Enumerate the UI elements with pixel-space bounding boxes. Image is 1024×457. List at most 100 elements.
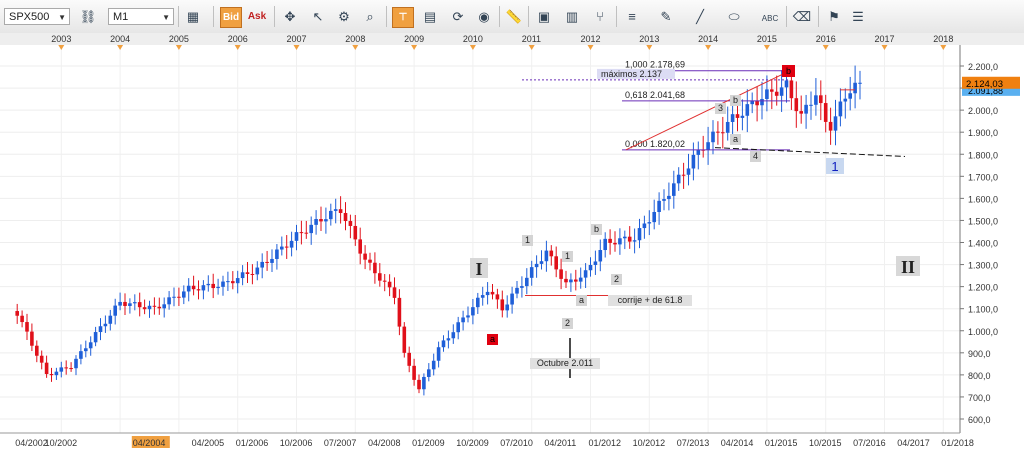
text-icon[interactable]: ABC [760,7,780,26]
candle-body [814,95,818,105]
y-tick-label: 1.100,0 [968,305,998,315]
cursor-icon[interactable]: ↖ [308,7,328,26]
x-tick-label: 10/2009 [456,438,489,448]
indicator-icon[interactable]: ▥ [562,7,582,26]
candle-body [451,332,456,339]
year-label: 2017 [875,34,895,44]
candle-body [505,304,509,311]
y-tick-label: 1.400,0 [968,239,998,249]
candle-body [799,111,803,114]
candle-body [245,272,250,274]
timeframe-select[interactable]: M1 ▼ [108,8,174,25]
candle-body [613,242,617,245]
link-icon[interactable]: ⛓ [78,7,98,26]
candle-body [284,246,289,248]
x-tick-label: 04/2005 [192,438,225,448]
candle-body [221,281,225,287]
candle-body [500,299,505,311]
lines-icon[interactable]: ≡ [622,7,642,26]
max-label: máximos 2.137 [601,69,662,79]
candle-body [569,279,573,283]
toolbar: SPX500 ▼ ⛓ M1 ▼ ▦ Bid Ask ✥ ↖ ⚙ ⌕ ⊤ ▤ ⟳ … [0,0,1024,34]
ask-label: Ask [247,11,267,22]
x-tick-label: 10/2012 [633,438,666,448]
candle-body [681,174,686,176]
candle-body [363,253,367,260]
ellipse-icon[interactable]: ⬭ [724,7,744,26]
candle-body [618,238,622,245]
candle-body [108,315,113,324]
candle-body [294,232,299,241]
candle-body [30,331,34,346]
candle-body [378,273,382,281]
candle-body [716,131,720,133]
palette-icon[interactable]: ⚙ [334,7,354,26]
candle-body [804,104,808,114]
candle-body [735,114,740,118]
wave-b-red: b [786,66,791,76]
candle-body [412,365,416,380]
picture-icon[interactable]: ▣ [534,7,554,26]
y-tick-label: 1.700,0 [968,172,998,182]
candle-body [672,183,676,196]
candle-body [520,286,524,288]
candle-body [118,301,122,306]
candle-body [182,291,186,298]
candle-body [25,322,29,332]
menu-icon[interactable]: ☰ [848,7,868,26]
candle-body [113,305,117,316]
x-tick-label: 10/2002 [45,438,78,448]
y-tick-label: 900,0 [968,349,991,359]
ask-button[interactable]: Ask [247,7,267,26]
candle-body [137,302,142,308]
line-icon[interactable]: ╱ [690,7,710,26]
note-icon[interactable]: ▤ [420,7,440,26]
candle-body [152,305,157,307]
candle-body [358,239,362,254]
globe-icon[interactable]: ◉ [474,7,494,26]
year-label: 2015 [757,34,777,44]
x-tick-label: 04/2002 [15,438,48,448]
candle-body [348,221,353,226]
candle-body [578,277,583,282]
ruler-icon[interactable]: 📏 [504,7,524,26]
trendline-tool-icon[interactable]: ⊤ [392,7,414,28]
candle-body [93,332,98,343]
candle-body [662,199,666,201]
symbol-select[interactable]: SPX500 ▼ [4,8,70,25]
candle-body [128,303,132,306]
candle-body [627,236,632,242]
x-tick-label: 10/2006 [280,438,313,448]
candle-body [588,264,593,271]
candle-body [765,89,769,99]
candle-body [15,311,19,316]
candle-body [309,224,313,234]
refresh-icon[interactable]: ⟳ [448,7,468,26]
x-tick-label: 04/2004 [133,438,166,448]
basket-icon[interactable]: ⚑ [824,7,844,26]
y-tick-label: 1.900,0 [968,128,998,138]
candle-body [828,121,833,131]
candle-body [696,149,701,155]
candle-body [657,200,661,212]
year-label: 2012 [581,34,601,44]
chart-type-icon[interactable]: ▦ [183,7,203,26]
candle-body [466,315,470,318]
y-tick-label: 1.000,0 [968,327,998,337]
year-label: 2007 [287,34,307,44]
eraser-icon[interactable]: ⌫ [792,7,812,26]
candle-body [206,283,211,286]
bid-button[interactable]: Bid [220,7,242,28]
pencil-icon[interactable]: ✎ [656,7,676,26]
candle-body [574,279,578,282]
candle-body [270,258,274,263]
fork-icon[interactable]: ⑂ [590,7,610,26]
candle-body [304,232,309,234]
crosshair-icon[interactable]: ✥ [280,7,300,26]
correction-label: corrije + de 61.8 [618,295,683,305]
price-chart[interactable]: 2003 2004 2005 2006 2007 2008 2009 2010 2011 2012… [0,33,1024,457]
year-label: 2009 [404,34,424,44]
wave-roman-II: II [901,257,915,277]
zoom-icon[interactable]: ⌕ [360,7,380,26]
candle-body [329,210,333,220]
